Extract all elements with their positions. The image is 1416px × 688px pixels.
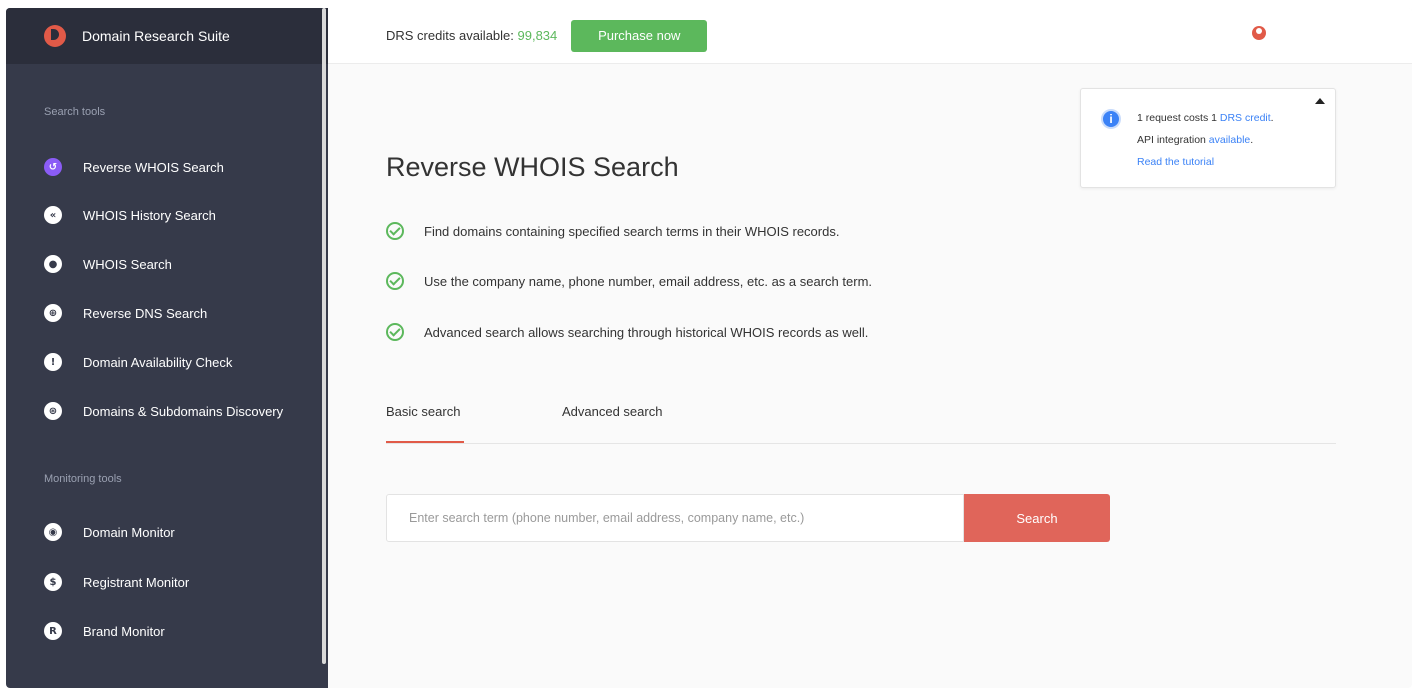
check-circle-icon [386, 272, 404, 290]
collapse-caret-icon[interactable] [1315, 98, 1325, 104]
sidebar-item-label: WHOIS Search [83, 256, 172, 272]
reverse-whois-icon: ↺ [44, 158, 62, 176]
sidebar-item-registrant-monitor[interactable]: $ Registrant Monitor [44, 573, 189, 591]
feature-text: Use the company name, phone number, emai… [424, 273, 873, 289]
feature-text: Advanced search allows searching through… [424, 324, 869, 340]
feature-item: Advanced search allows searching through… [386, 323, 868, 341]
credits-value: 99,834 [517, 28, 558, 43]
check-circle-icon [386, 323, 404, 341]
info-panel: i 1 request costs 1 DRS credit. API inte… [1080, 88, 1336, 188]
feature-text: Find domains containing specified search… [424, 223, 840, 239]
feature-item: Use the company name, phone number, emai… [386, 272, 872, 290]
sidebar-item-label: Brand Monitor [83, 623, 165, 639]
page-title: Reverse WHOIS Search [386, 152, 679, 182]
sidebar-item-label: Domain Monitor [83, 524, 175, 540]
exclamation-icon: ! [44, 353, 62, 371]
registrant-icon: $ [44, 573, 62, 591]
monitoring-tools-label: Monitoring tools [44, 473, 122, 485]
sidebar-item-domain-monitor[interactable]: ◉ Domain Monitor [44, 523, 175, 541]
domain-monitor-icon: ◉ [44, 523, 62, 541]
sidebar-item-label: Registrant Monitor [83, 574, 190, 590]
info-cost-text: 1 request costs 1 [1137, 112, 1220, 124]
tab-basic-search[interactable]: Basic search [386, 404, 460, 419]
app-frame: Domain Research Suite Search tools ↺ Rev… [6, 8, 1412, 688]
check-circle-icon [386, 222, 404, 240]
search-input[interactable] [386, 494, 964, 542]
api-available-link[interactable]: available [1209, 134, 1250, 146]
info-text: 1 request costs 1 DRS credit. API integr… [1137, 107, 1274, 173]
feature-item: Find domains containing specified search… [386, 222, 839, 240]
discovery-icon: ⊛ [44, 402, 62, 420]
user-circle-icon: ● [44, 255, 62, 273]
search-tools-label: Search tools [44, 106, 106, 118]
search-button[interactable]: Search [964, 494, 1110, 542]
sidebar-item-label: WHOIS History Search [83, 207, 216, 223]
sidebar-item-whois-history[interactable]: « WHOIS History Search [44, 206, 216, 224]
top-bar: DRS credits available: 99,834 Purchase n… [328, 8, 1412, 64]
sidebar-item-label: Reverse WHOIS Search [83, 159, 224, 175]
sidebar-header[interactable]: Domain Research Suite [6, 8, 328, 64]
sidebar-scrollbar[interactable] [322, 8, 326, 664]
user-account-icon[interactable] [1252, 26, 1266, 40]
main-content: i 1 request costs 1 DRS credit. API inte… [328, 64, 1412, 688]
sidebar-item-label: Domain Availability Check [83, 354, 233, 370]
sidebar-item-domain-availability[interactable]: ! Domain Availability Check [44, 353, 232, 371]
registered-icon: R [44, 622, 62, 640]
search-tabs: Basic search Advanced search [386, 394, 1336, 444]
drs-credit-link[interactable]: DRS credit [1220, 112, 1271, 124]
sidebar-item-reverse-dns[interactable]: ⊕ Reverse DNS Search [44, 304, 207, 322]
sidebar-item-label: Domains & Subdomains Discovery [83, 403, 284, 419]
sidebar: Domain Research Suite Search tools ↺ Rev… [6, 8, 328, 688]
history-icon: « [44, 206, 62, 224]
sidebar-item-whois-search[interactable]: ● WHOIS Search [44, 255, 172, 273]
info-period: . [1250, 134, 1254, 146]
info-period: . [1270, 112, 1274, 124]
credits-label: DRS credits available: [386, 28, 518, 43]
sidebar-item-reverse-whois[interactable]: ↺ Reverse WHOIS Search [44, 158, 224, 176]
sidebar-item-subdomains-discovery[interactable]: ⊛ Domains & Subdomains Discovery [44, 402, 283, 420]
sidebar-item-brand-monitor[interactable]: R Brand Monitor [44, 622, 165, 640]
credits-text: DRS credits available: 99,834 [386, 28, 557, 43]
logo-icon [44, 25, 66, 47]
tab-advanced-search[interactable]: Advanced search [562, 404, 662, 419]
purchase-button[interactable]: Purchase now [571, 19, 708, 52]
globe-icon: ⊕ [44, 304, 62, 322]
active-tab-indicator [386, 441, 464, 443]
sidebar-item-label: Reverse DNS Search [83, 305, 208, 321]
tutorial-link[interactable]: Read the tutorial [1137, 156, 1214, 168]
app-title: Domain Research Suite [82, 28, 230, 44]
info-icon: i [1101, 109, 1121, 129]
info-api-text: API integration [1137, 134, 1209, 146]
